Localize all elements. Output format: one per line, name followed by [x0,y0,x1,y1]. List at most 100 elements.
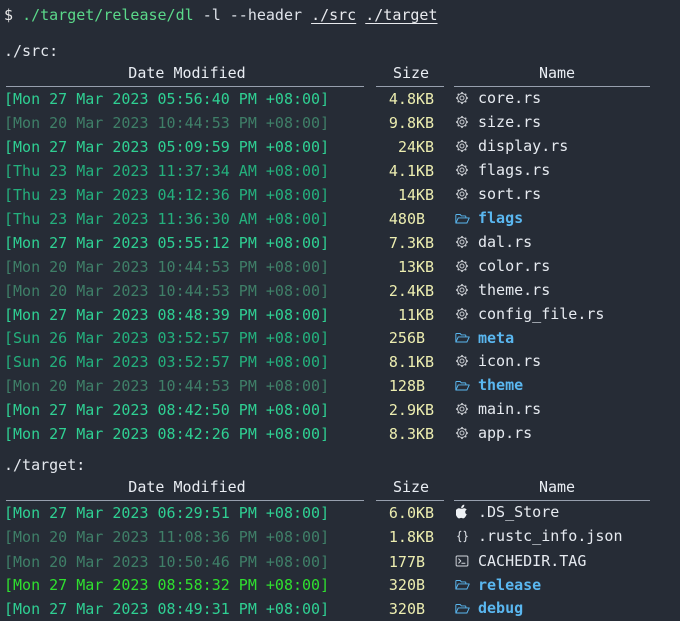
cell-size-unit: B [416,599,426,618]
rust-icon [452,91,472,105]
cell-name[interactable]: theme.rs [452,279,662,303]
cell-date-modified: [Mon 20 Mar 2023 10:50:46 PM +08:00] [4,552,330,571]
table-row[interactable]: [Mon 27 Mar 2023 05:09:59 PM +08:00] 24 KB… [4,135,662,159]
cell-date-modified: [Mon 27 Mar 2023 08:58:32 PM +08:00] [4,576,330,595]
folder-icon [452,379,472,392]
cell-name[interactable]: meta [452,327,662,351]
cell-date-modified: [Mon 20 Mar 2023 10:44:53 PM +08:00] [4,376,330,395]
cell-name[interactable]: app.rs [452,422,662,446]
table-row[interactable]: [Mon 27 Mar 2023 06:29:51 PM +08:00] 6.0 K… [4,501,662,526]
table-row[interactable]: [Mon 20 Mar 2023 10:44:53 PM +08:00] 2.4 K… [4,279,662,303]
listing-sections: ./src: Date Modified Size Name [Mon 27 Mar 2… [4,40,680,621]
table-row[interactable]: [Thu 23 Mar 2023 11:37:34 AM +08:00] 4.1 K… [4,159,662,183]
column-header-date-modified: Date Modified [4,62,370,87]
cell-size-value: 9.8 [388,114,416,132]
rust-icon [452,235,472,249]
cell-name[interactable]: .DS_Store [452,501,662,526]
cell-size-value: 2.4 [388,281,416,300]
column-header-name-label: Name [538,477,576,496]
cell-name[interactable]: icon.rs [452,350,662,374]
rust-icon [452,139,472,153]
table-row[interactable]: [Mon 20 Mar 2023 11:08:36 PM +08:00] 1.8 K… [4,525,662,550]
column-header-date-label: Date Modified [128,64,246,82]
table-row[interactable]: [Sun 26 Mar 2023 03:52:57 PM +08:00] 256 B… [4,327,662,351]
column-header-size-label: Size [392,477,430,496]
cell-size-unit: B [416,209,426,228]
table-row[interactable]: [Mon 20 Mar 2023 10:50:46 PM +08:00] 177 B… [4,550,662,574]
rust-icon [452,354,472,368]
directory-name-label: flags [478,209,524,227]
cell-size-unit: KB [416,424,435,443]
cell-name[interactable]: config_file.rs [452,303,662,327]
folder-icon [452,602,472,615]
cell-size-value: 14 [397,186,416,204]
table-row[interactable]: [Mon 27 Mar 2023 08:48:39 PM +08:00] 11 KB… [4,303,662,327]
column-header-name: Name [452,476,662,501]
table-header-row: Date Modified Size Name [4,62,662,87]
folder-icon [452,331,472,344]
cell-name[interactable]: .rustc_info.json [452,525,662,550]
command-program: ./target/release/dl [22,6,194,24]
table-row[interactable]: [Mon 20 Mar 2023 10:44:53 PM +08:00] 9.8 K… [4,111,662,135]
cell-date-modified: [Mon 27 Mar 2023 08:49:31 PM +08:00] [4,599,330,618]
cell-name[interactable]: CACHEDIR.TAG [452,550,662,574]
cell-date-modified: [Sun 26 Mar 2023 03:52:57 PM +08:00] [4,353,330,371]
cell-name[interactable]: debug [452,597,662,621]
rust-icon [452,283,472,297]
table-row[interactable]: [Mon 27 Mar 2023 08:42:26 PM +08:00] 8.3 K… [4,422,662,446]
cell-name[interactable]: flags.rs [452,159,662,183]
table-row[interactable]: [Mon 27 Mar 2023 08:49:31 PM +08:00] 320 B… [4,597,662,621]
cell-name[interactable]: dal.rs [452,231,662,255]
table-row[interactable]: [Sun 26 Mar 2023 03:52:57 PM +08:00] 8.1 K… [4,350,662,374]
cell-size-value: 24 [397,138,416,156]
table-row[interactable]: [Thu 23 Mar 2023 04:12:36 PM +08:00] 14 KB… [4,183,662,207]
cell-date-modified: [Mon 27 Mar 2023 08:48:39 PM +08:00] [4,305,330,324]
table-row[interactable]: [Mon 20 Mar 2023 10:44:53 PM +08:00] 128 B… [4,374,662,398]
file-name-label: flags.rs [478,161,551,179]
cell-size-value: 320 [388,599,416,618]
table-row[interactable]: [Mon 27 Mar 2023 05:55:12 PM +08:00] 7.3 K… [4,231,662,255]
terminal-icon [452,554,472,568]
listing-section: ./src: Date Modified Size Name [Mon 27 Mar 2… [4,40,680,446]
table-row[interactable]: [Mon 27 Mar 2023 08:58:32 PM +08:00] 320 B… [4,574,662,598]
cell-size-unit: KB [416,257,435,276]
column-header-name-label: Name [538,64,576,82]
cell-size-value: 2.9 [388,400,416,419]
cell-size-unit: KB [416,281,435,300]
cell-size-value: 11 [397,305,416,324]
cell-date-modified: [Sun 26 Mar 2023 03:52:57 PM +08:00] [4,329,330,348]
cell-date-modified: [Mon 27 Mar 2023 08:42:26 PM +08:00] [4,424,330,443]
cell-name[interactable]: main.rs [452,398,662,422]
table-header-row: Date Modified Size Name [4,476,662,501]
table-row[interactable]: [Mon 27 Mar 2023 08:42:50 PM +08:00] 2.9 K… [4,398,662,422]
cell-name[interactable]: size.rs [452,111,662,135]
braces-icon [452,529,472,544]
cell-date-modified: [Thu 23 Mar 2023 04:12:36 PM +08:00] [4,186,330,204]
cell-name[interactable]: color.rs [452,255,662,279]
column-header-size-label: Size [392,64,430,82]
cell-size-value: 480 [388,209,416,228]
file-name-label: app.rs [478,423,533,442]
cell-size-unit: KB [416,528,435,547]
cell-size-value: 4.8 [388,90,416,108]
cell-date-modified: [Mon 27 Mar 2023 08:42:50 PM +08:00] [4,400,330,419]
cell-size-value: 320 [388,576,416,595]
table-row[interactable]: [Thu 23 Mar 2023 11:36:30 AM +08:00] 480 B… [4,207,662,231]
cell-name[interactable]: display.rs [452,135,662,159]
file-name-label: icon.rs [478,352,542,370]
file-name-label: size.rs [478,113,542,131]
cell-name[interactable]: release [452,574,662,598]
file-name-label: .DS_Store [478,502,560,521]
cell-size-unit: KB [416,162,435,180]
cell-name[interactable]: flags [452,207,662,231]
cell-date-modified: [Mon 20 Mar 2023 10:44:53 PM +08:00] [4,257,330,276]
file-name-label: main.rs [478,399,542,418]
cell-name[interactable]: core.rs [452,87,662,111]
cell-name[interactable]: sort.rs [452,183,662,207]
command-arg-target: ./target [365,6,438,24]
file-name-label: display.rs [478,137,569,155]
table-row[interactable]: [Mon 27 Mar 2023 05:56:40 PM +08:00] 4.8 K… [4,87,662,111]
terminal-window: $ ./target/release/dl -l --header ./src … [0,0,680,621]
table-row[interactable]: [Mon 20 Mar 2023 10:44:53 PM +08:00] 13 KB… [4,255,662,279]
cell-name[interactable]: theme [452,374,662,398]
